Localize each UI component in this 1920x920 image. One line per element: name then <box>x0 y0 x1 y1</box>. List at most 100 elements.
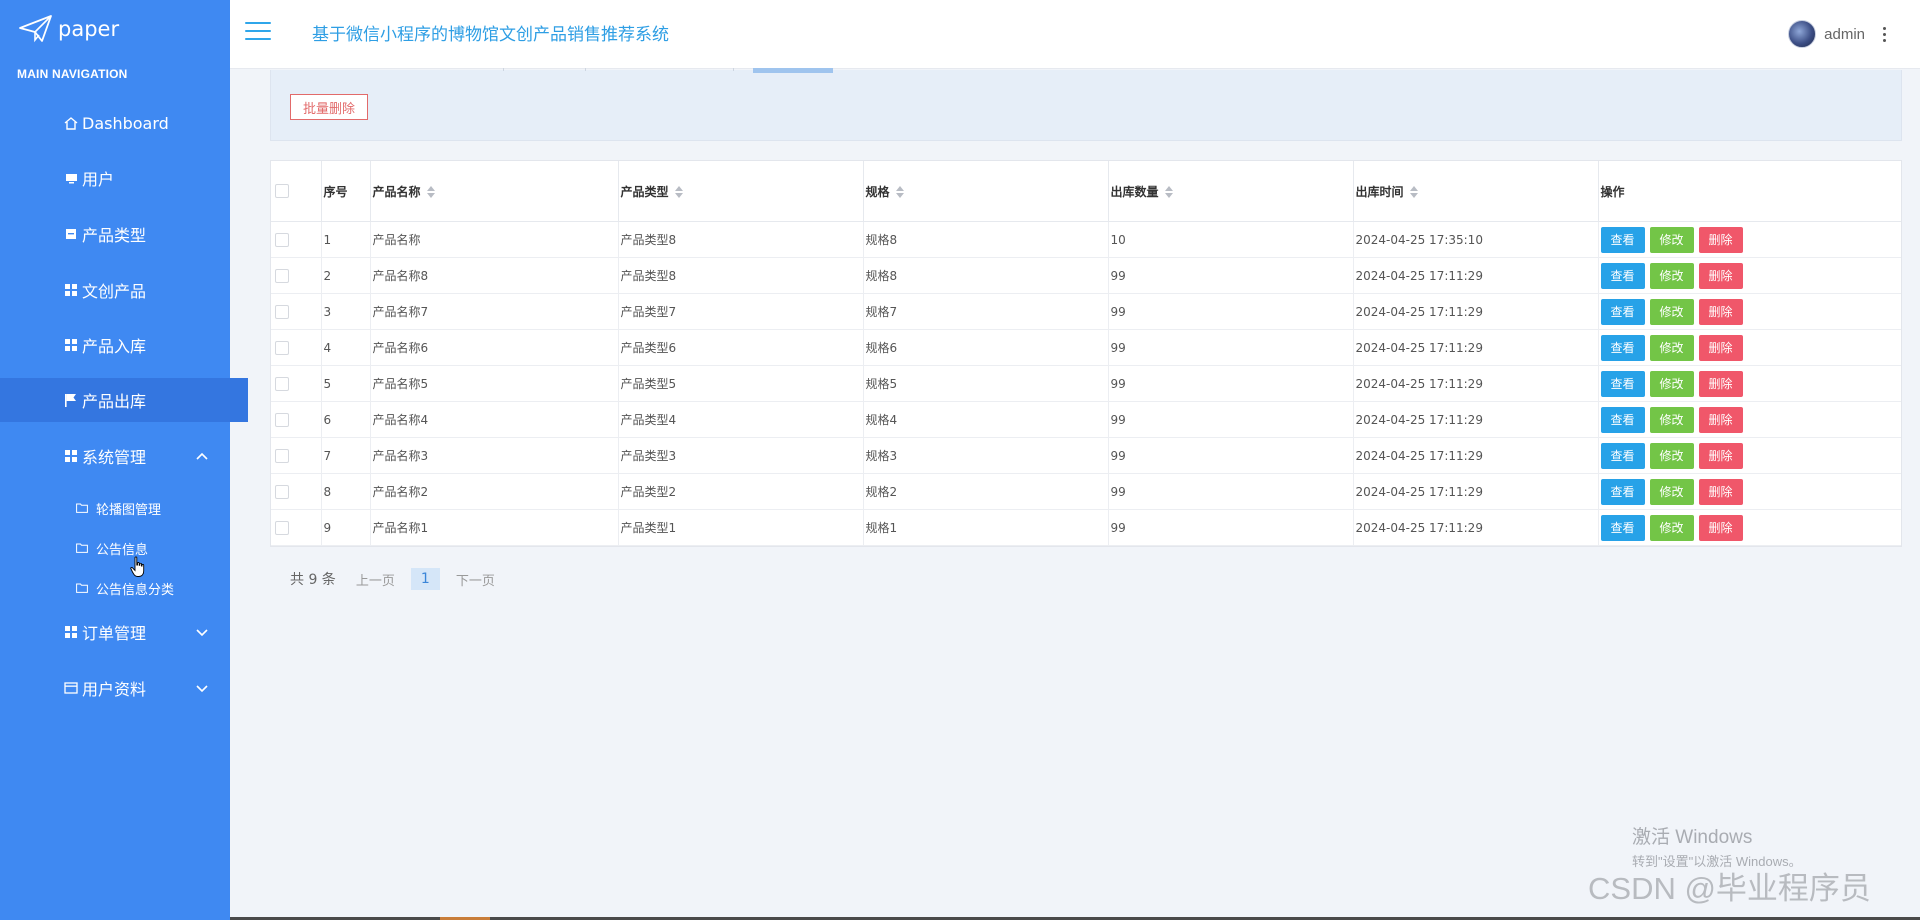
sidebar-item-product-type[interactable]: 产品类型 <box>0 212 230 256</box>
table-header-row: 序号 产品名称 产品类型 规格 出库数量 出库时间 操作 <box>271 161 1901 222</box>
cell-spec: 规格7 <box>863 293 1109 330</box>
row-checkbox[interactable] <box>271 293 322 330</box>
cell-actions: 查看 修改 删除 <box>1598 329 1901 366</box>
delete-button[interactable]: 删除 <box>1698 226 1743 253</box>
sidebar-item-dashboard[interactable]: Dashboard <box>0 101 230 145</box>
edit-button[interactable]: 修改 <box>1649 298 1694 325</box>
batch-delete-button[interactable]: 批量删除 <box>290 94 368 120</box>
edit-button[interactable]: 修改 <box>1649 514 1694 541</box>
sidebar-item-stock-out[interactable]: 产品出库 <box>0 378 248 422</box>
cell-product-type: 产品类型3 <box>618 437 864 474</box>
row-checkbox[interactable] <box>271 509 322 546</box>
cell-spec: 规格2 <box>863 473 1109 510</box>
view-button[interactable]: 查看 <box>1600 334 1645 361</box>
delete-button[interactable]: 删除 <box>1698 370 1743 397</box>
grid-icon <box>62 626 80 638</box>
chevron-down-icon <box>196 685 208 693</box>
user-menu[interactable]: admin <box>1788 20 1886 48</box>
chevron-down-icon <box>196 629 208 637</box>
edit-button[interactable]: 修改 <box>1649 226 1694 253</box>
cell-actions: 查看 修改 删除 <box>1598 221 1901 258</box>
more-vertical-icon[interactable] <box>1883 26 1886 42</box>
view-button[interactable]: 查看 <box>1600 442 1645 469</box>
row-checkbox[interactable] <box>271 257 322 294</box>
cell-index: 7 <box>321 437 371 474</box>
next-page-button[interactable]: 下一页 <box>456 570 495 589</box>
sidebar-subitem-notice-category[interactable]: 公告信息分类 <box>0 568 230 608</box>
view-button[interactable]: 查看 <box>1600 262 1645 289</box>
row-checkbox[interactable] <box>271 437 322 474</box>
delete-button[interactable]: 删除 <box>1698 334 1743 361</box>
column-header-product-type[interactable]: 产品类型 <box>618 161 864 222</box>
column-header-spec[interactable]: 规格 <box>863 161 1109 222</box>
column-header-quantity[interactable]: 出库数量 <box>1108 161 1354 222</box>
cell-spec: 规格4 <box>863 401 1109 438</box>
cell-time: 2024-04-25 17:11:29 <box>1353 509 1599 546</box>
row-checkbox[interactable] <box>271 221 322 258</box>
page-number-current[interactable]: 1 <box>410 568 440 590</box>
prev-page-button[interactable]: 上一页 <box>356 570 395 589</box>
calendar-icon <box>62 682 80 694</box>
delete-button[interactable]: 删除 <box>1698 406 1743 433</box>
sidebar-subitem-notice[interactable]: 公告信息 <box>0 528 230 568</box>
column-header-product-name[interactable]: 产品名称 <box>370 161 619 222</box>
edit-button[interactable]: 修改 <box>1649 406 1694 433</box>
data-table: 序号 产品名称 产品类型 规格 出库数量 出库时间 操作 1 产品名称 产品类型8 规… <box>270 160 1902 547</box>
cell-spec: 规格1 <box>863 509 1109 546</box>
sidebar-item-system[interactable]: 系统管理 <box>0 434 230 478</box>
app-logo[interactable]: paper <box>18 12 119 46</box>
view-button[interactable]: 查看 <box>1600 298 1645 325</box>
view-button[interactable]: 查看 <box>1600 226 1645 253</box>
row-checkbox[interactable] <box>271 473 322 510</box>
sidebar-item-label: 用户 <box>82 170 115 189</box>
delete-button[interactable]: 删除 <box>1698 298 1743 325</box>
cell-index: 1 <box>321 221 371 258</box>
flag-icon <box>62 393 80 407</box>
cell-time: 2024-04-25 17:11:29 <box>1353 329 1599 366</box>
cell-product-type: 产品类型2 <box>618 473 864 510</box>
sidebar-item-stock-in[interactable]: 产品入库 <box>0 323 230 367</box>
delete-button[interactable]: 删除 <box>1698 262 1743 289</box>
sidebar-subitem-carousel[interactable]: 轮播图管理 <box>0 488 230 528</box>
edit-button[interactable]: 修改 <box>1649 478 1694 505</box>
cell-spec: 规格6 <box>863 329 1109 366</box>
column-header-time[interactable]: 出库时间 <box>1353 161 1599 222</box>
sidebar-item-label: Dashboard <box>82 113 169 133</box>
cell-spec: 规格8 <box>863 221 1109 258</box>
user-name[interactable]: admin <box>1824 26 1865 43</box>
sort-icon[interactable] <box>1409 186 1418 198</box>
tab-indicator <box>753 68 833 73</box>
sort-icon[interactable] <box>674 186 683 198</box>
row-checkbox[interactable] <box>271 401 322 438</box>
row-checkbox[interactable] <box>271 329 322 366</box>
sidebar-item-profile[interactable]: 用户资料 <box>0 666 230 710</box>
sidebar-item-cultural-products[interactable]: 文创产品 <box>0 268 230 312</box>
column-header-index: 序号 <box>321 161 371 222</box>
row-checkbox[interactable] <box>271 365 322 402</box>
cell-time: 2024-04-25 17:11:29 <box>1353 401 1599 438</box>
view-button[interactable]: 查看 <box>1600 514 1645 541</box>
select-all-checkbox[interactable] <box>271 161 322 222</box>
cell-time: 2024-04-25 17:11:29 <box>1353 293 1599 330</box>
cell-spec: 规格8 <box>863 257 1109 294</box>
view-button[interactable]: 查看 <box>1600 478 1645 505</box>
menu-toggle-icon[interactable] <box>245 22 271 42</box>
sort-icon[interactable] <box>1164 186 1173 198</box>
edit-button[interactable]: 修改 <box>1649 262 1694 289</box>
sidebar-item-users[interactable]: 用户 <box>0 156 230 200</box>
tab-divider <box>585 68 586 71</box>
view-button[interactable]: 查看 <box>1600 406 1645 433</box>
cell-index: 2 <box>321 257 371 294</box>
delete-button[interactable]: 删除 <box>1698 442 1743 469</box>
avatar[interactable] <box>1788 20 1817 48</box>
edit-button[interactable]: 修改 <box>1649 370 1694 397</box>
sidebar-item-orders[interactable]: 订单管理 <box>0 610 230 654</box>
view-button[interactable]: 查看 <box>1600 370 1645 397</box>
delete-button[interactable]: 删除 <box>1698 478 1743 505</box>
sort-icon[interactable] <box>426 186 435 198</box>
sort-icon[interactable] <box>895 186 904 198</box>
edit-button[interactable]: 修改 <box>1649 334 1694 361</box>
delete-button[interactable]: 删除 <box>1698 514 1743 541</box>
cell-actions: 查看 修改 删除 <box>1598 401 1901 438</box>
edit-button[interactable]: 修改 <box>1649 442 1694 469</box>
